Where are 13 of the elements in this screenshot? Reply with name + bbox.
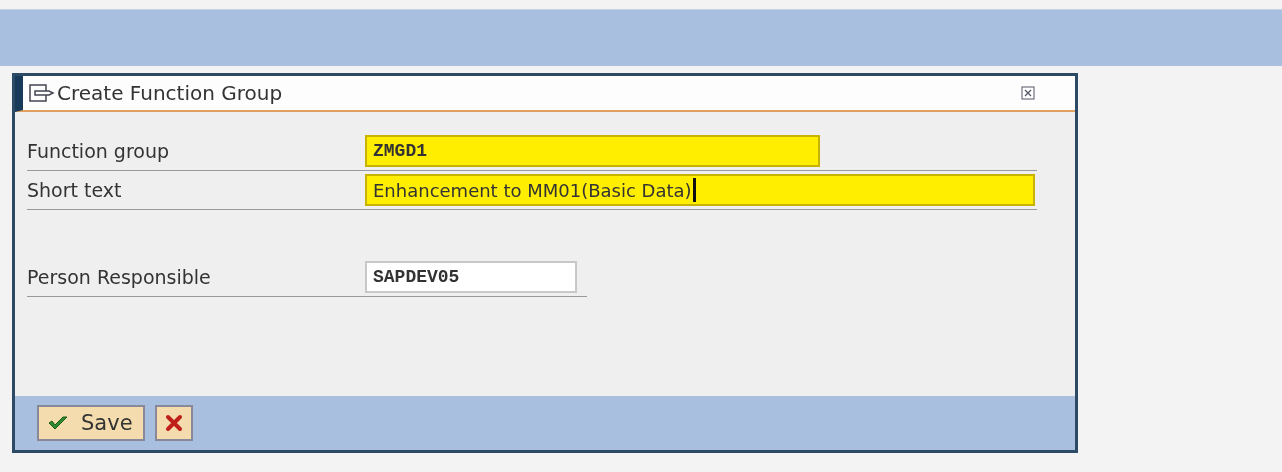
- cross-icon: [164, 414, 183, 432]
- save-button[interactable]: Save: [37, 405, 145, 441]
- create-icon: [29, 83, 55, 103]
- input-field[interactable]: ZMGD1: [365, 135, 820, 167]
- field-label: Person Responsible: [27, 266, 212, 288]
- input-field[interactable]: SAPDEV05: [365, 261, 577, 293]
- field-label: Function group: [27, 140, 171, 162]
- input-field[interactable]: Enhancement to MM01(Basic Data): [365, 174, 1035, 206]
- close-button[interactable]: [1021, 86, 1035, 100]
- field-label: Short text: [27, 179, 123, 201]
- cancel-button[interactable]: [154, 405, 193, 441]
- window-title: Create Function Group: [57, 81, 283, 105]
- checkmark-icon: [47, 415, 69, 431]
